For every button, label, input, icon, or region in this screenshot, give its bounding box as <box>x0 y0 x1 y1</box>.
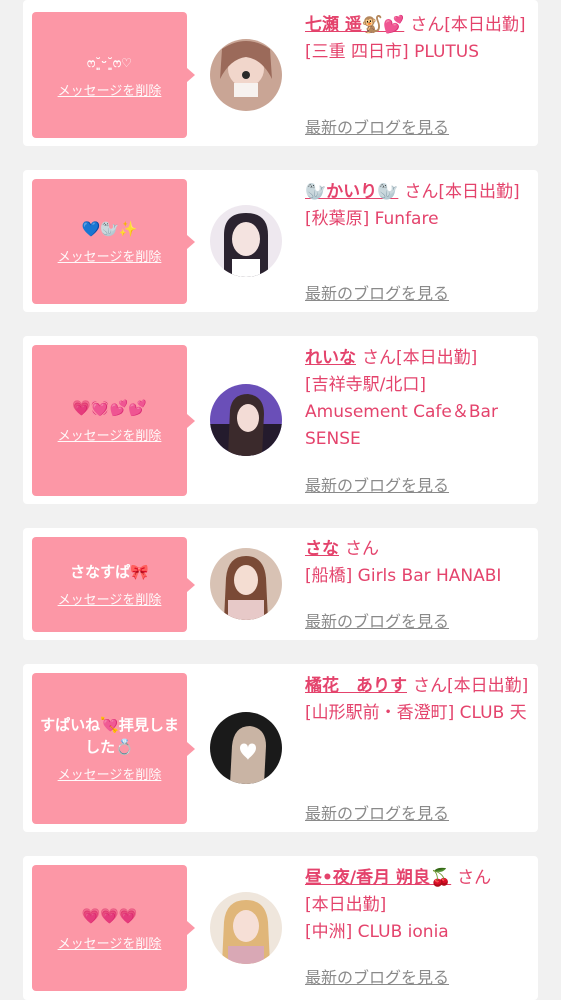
user-name-link[interactable]: さな <box>305 539 339 559</box>
status-text: [本日出勤] <box>447 676 529 696</box>
user-info: れいな さん[本日出勤] [吉祥寺駅/北口] Amusement Cafe＆Bar… <box>305 345 533 453</box>
honorific: さん <box>362 348 396 368</box>
message-card: すぱいね💘拝見しました💍 メッセージを削除 橘花 ありす さん[本日出勤] [山形… <box>23 664 538 832</box>
latest-blog-link[interactable]: 最新のブログを見る <box>305 114 449 138</box>
shop-text: [山形駅前・香澄町] CLUB 天 <box>305 703 527 723</box>
message-bubble: すぱいね💘拝見しました💍 メッセージを削除 <box>32 673 195 824</box>
latest-blog-link[interactable]: 最新のブログを見る <box>305 472 449 496</box>
message-bubble: 💗💗💗 メッセージを削除 <box>32 865 195 991</box>
status-text: [本日出勤] <box>444 15 526 35</box>
delete-message-link[interactable]: メッセージを削除 <box>58 425 162 444</box>
honorific: さん <box>410 15 445 35</box>
avatar[interactable] <box>210 205 282 277</box>
latest-blog-link[interactable]: 最新のブログを見る <box>305 800 449 824</box>
user-info: 七瀬 遥🐒💕 さん[本日出勤] [三重 四日市] PLUTUS <box>305 12 533 66</box>
message-bubble: ෆ˘͈ᵕ˘͈ෆ♡ メッセージを削除 <box>32 12 195 138</box>
user-name-link[interactable]: 昼•夜/香月 朔良🍒 <box>305 868 451 888</box>
message-text: 💗💓💕💕 <box>72 399 147 417</box>
message-bubble: 💗💓💕💕 メッセージを削除 <box>32 345 195 496</box>
message-card: さなすぱ🎀 メッセージを削除 さな さん [船橋] Girls Bar HANAB… <box>23 528 538 640</box>
message-text: 💗💗💗 <box>81 906 138 925</box>
user-name-link[interactable]: れいな <box>305 348 356 368</box>
shop-text: [船橋] Girls Bar HANABI <box>305 566 502 586</box>
latest-blog-link[interactable]: 最新のブログを見る <box>305 964 449 988</box>
shop-text: [三重 四日市] PLUTUS <box>305 42 480 62</box>
shop-text: [吉祥寺駅/北口] Amusement Cafe＆Bar SENSE <box>305 375 498 449</box>
shop-text: [秋葉原] Funfare <box>305 209 439 229</box>
user-info: 昼•夜/香月 朔良🍒 さん [本日出勤] [中洲] CLUB ionia <box>305 865 533 946</box>
user-name-link[interactable]: 七瀬 遥🐒💕 <box>305 15 404 35</box>
honorific: さん <box>413 676 447 696</box>
message-text: 💙🦭✨ <box>81 220 138 238</box>
delete-message-link[interactable]: メッセージを削除 <box>58 80 162 99</box>
delete-message-link[interactable]: メッセージを削除 <box>58 933 162 952</box>
user-info: 🦭かいり🦭 さん[本日出勤] [秋葉原] Funfare <box>305 179 533 233</box>
delete-message-link[interactable]: メッセージを削除 <box>58 246 162 265</box>
message-text: すぱいね💘拝見しました💍 <box>40 716 179 756</box>
user-name-link[interactable]: 橘花 ありす <box>305 676 407 696</box>
message-card: 💙🦭✨ メッセージを削除 🦭かいり🦭 さん[本日出勤] [秋葉原] Funfare… <box>23 170 538 312</box>
message-card: 💗💗💗 メッセージを削除 昼•夜/香月 朔良🍒 さん [本日出勤] [中洲] CL… <box>23 856 538 1000</box>
status-text: [本日出勤] <box>305 895 387 915</box>
message-text: さなすぱ🎀 <box>70 563 149 581</box>
honorific: さん <box>404 182 439 202</box>
status-text: [本日出勤] <box>438 182 520 202</box>
message-card: 💗💓💕💕 メッセージを削除 れいな さん[本日出勤] [吉祥寺駅/北口] Amus… <box>23 336 538 504</box>
avatar[interactable] <box>210 39 282 111</box>
user-info: 橘花 ありす さん[本日出勤] [山形駅前・香澄町] CLUB 天 <box>305 673 533 727</box>
avatar[interactable] <box>210 548 282 620</box>
avatar[interactable] <box>210 712 282 784</box>
message-card: ෆ˘͈ᵕ˘͈ෆ♡ メッセージを削除 七瀬 遥🐒💕 さん[本日出勤] [三重 四日市… <box>23 0 538 146</box>
honorific: さん <box>345 539 379 559</box>
delete-message-link[interactable]: メッセージを削除 <box>58 589 162 608</box>
delete-message-link[interactable]: メッセージを削除 <box>58 764 162 783</box>
user-info: さな さん [船橋] Girls Bar HANABI <box>305 536 533 590</box>
status-text: [本日出勤] <box>396 348 478 368</box>
latest-blog-link[interactable]: 最新のブログを見る <box>305 608 449 632</box>
avatar[interactable] <box>210 892 282 964</box>
user-name-link[interactable]: 🦭かいり🦭 <box>305 182 398 202</box>
honorific: さん <box>457 868 492 888</box>
latest-blog-link[interactable]: 最新のブログを見る <box>305 280 449 304</box>
avatar[interactable] <box>210 384 282 456</box>
message-text: ෆ˘͈ᵕ˘͈ෆ♡ <box>87 55 132 70</box>
message-bubble: 💙🦭✨ メッセージを削除 <box>32 179 195 304</box>
message-bubble: さなすぱ🎀 メッセージを削除 <box>32 537 195 632</box>
shop-text: [中洲] CLUB ionia <box>305 922 449 942</box>
